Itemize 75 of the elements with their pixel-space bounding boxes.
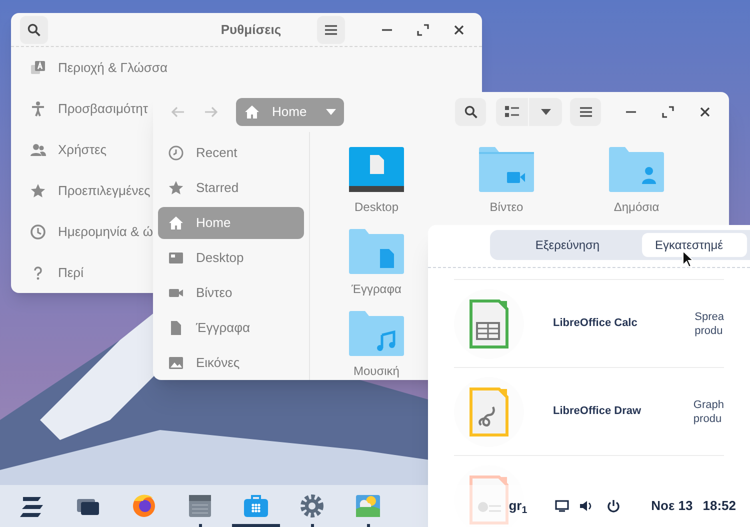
sidebar-item[interactable]: Starred [158,172,304,204]
volume-button[interactable] [579,499,594,513]
power-button[interactable] [607,499,620,513]
search-icon [464,105,478,119]
folder-label[interactable]: Έγγραφα [352,280,402,298]
speaker-icon [579,499,594,513]
close-icon [699,106,711,118]
folder-icon [349,311,404,356]
monitor-icon [168,250,184,266]
settings-item[interactable]: Χρήστες [11,129,108,170]
spreadsheet-icon [469,298,509,348]
sidebar-item[interactable]: Εικόνες [158,346,304,378]
app-description: Sprea [694,310,724,324]
clock-icon [30,224,46,240]
folder-label[interactable]: Δημόσια [614,198,660,216]
power-icon [607,499,620,513]
sidebar-item[interactable]: Home [158,206,304,238]
document-icon [168,320,184,336]
arrow-right-icon [204,106,218,118]
users-icon [30,142,46,158]
path-button[interactable]: Home [236,98,344,126]
home-icon [244,104,260,120]
caret-icon [326,109,336,115]
arrow-left-icon [171,106,185,118]
search-button[interactable] [20,16,48,44]
display-button[interactable] [555,500,570,512]
app-description: produ [693,412,723,426]
sidebar-item[interactable]: Βίντεο [158,276,304,308]
folder-icon [349,229,404,274]
settings-item[interactable]: Περί [11,252,84,293]
home-icon [168,214,184,230]
settings-item[interactable]: Περιοχή & Γλώσσα [11,47,168,88]
monitor-icon [555,500,570,512]
list-icon [505,106,519,118]
folder-icon [609,147,664,192]
folder-label[interactable]: Βίντεο [490,198,524,216]
folder-icon [479,147,534,192]
tab[interactable]: Εξερεύνηση [493,233,642,257]
image-icon [168,354,184,370]
maximize-icon [417,24,429,36]
menu-icon [324,24,338,36]
sidebar-item[interactable]: Recent [158,136,304,168]
tab[interactable]: Εγκατεστημέ [642,233,747,257]
person-icon [30,100,46,116]
app-description: produ [694,324,724,338]
clock-button[interactable]: Νοε 13 18:52 [651,496,736,516]
view-button[interactable] [496,98,529,126]
search-button[interactable] [455,98,486,126]
desktop-folder-icon [349,147,404,192]
keyboard-layout[interactable]: gr$_{1}$ [508,496,528,516]
folder-label[interactable]: Μουσική [354,362,400,380]
window-title: Ρυθμίσεις [220,20,282,39]
app-name[interactable]: LibreOffice Calc [553,315,695,332]
clock-icon [168,144,184,160]
caret-icon [540,109,550,115]
star-icon [30,182,46,198]
star-icon [168,180,184,196]
language-icon [30,60,46,76]
cursor-icon [682,250,694,268]
folder-label[interactable]: Desktop [354,198,399,216]
settings-item[interactable]: Προεπιλεγμένες [11,170,152,211]
maximize-icon [662,106,674,118]
drawing-icon [469,386,509,436]
sidebar-item[interactable]: Έγγραφα [158,312,304,344]
app-name[interactable]: LibreOffice Draw [553,403,694,420]
menu-button[interactable] [317,16,345,44]
menu-button[interactable] [570,98,601,126]
sidebar-item[interactable]: Desktop [158,242,304,274]
app-description: Graph [693,398,724,412]
menu-icon [578,106,592,118]
close-icon [453,24,465,36]
search-icon [27,22,41,36]
view-options-button[interactable] [529,98,562,126]
settings-item[interactable]: Προσβασιμότητ [11,88,149,129]
settings-item[interactable]: Ημερομηνία & ώ [11,211,154,252]
